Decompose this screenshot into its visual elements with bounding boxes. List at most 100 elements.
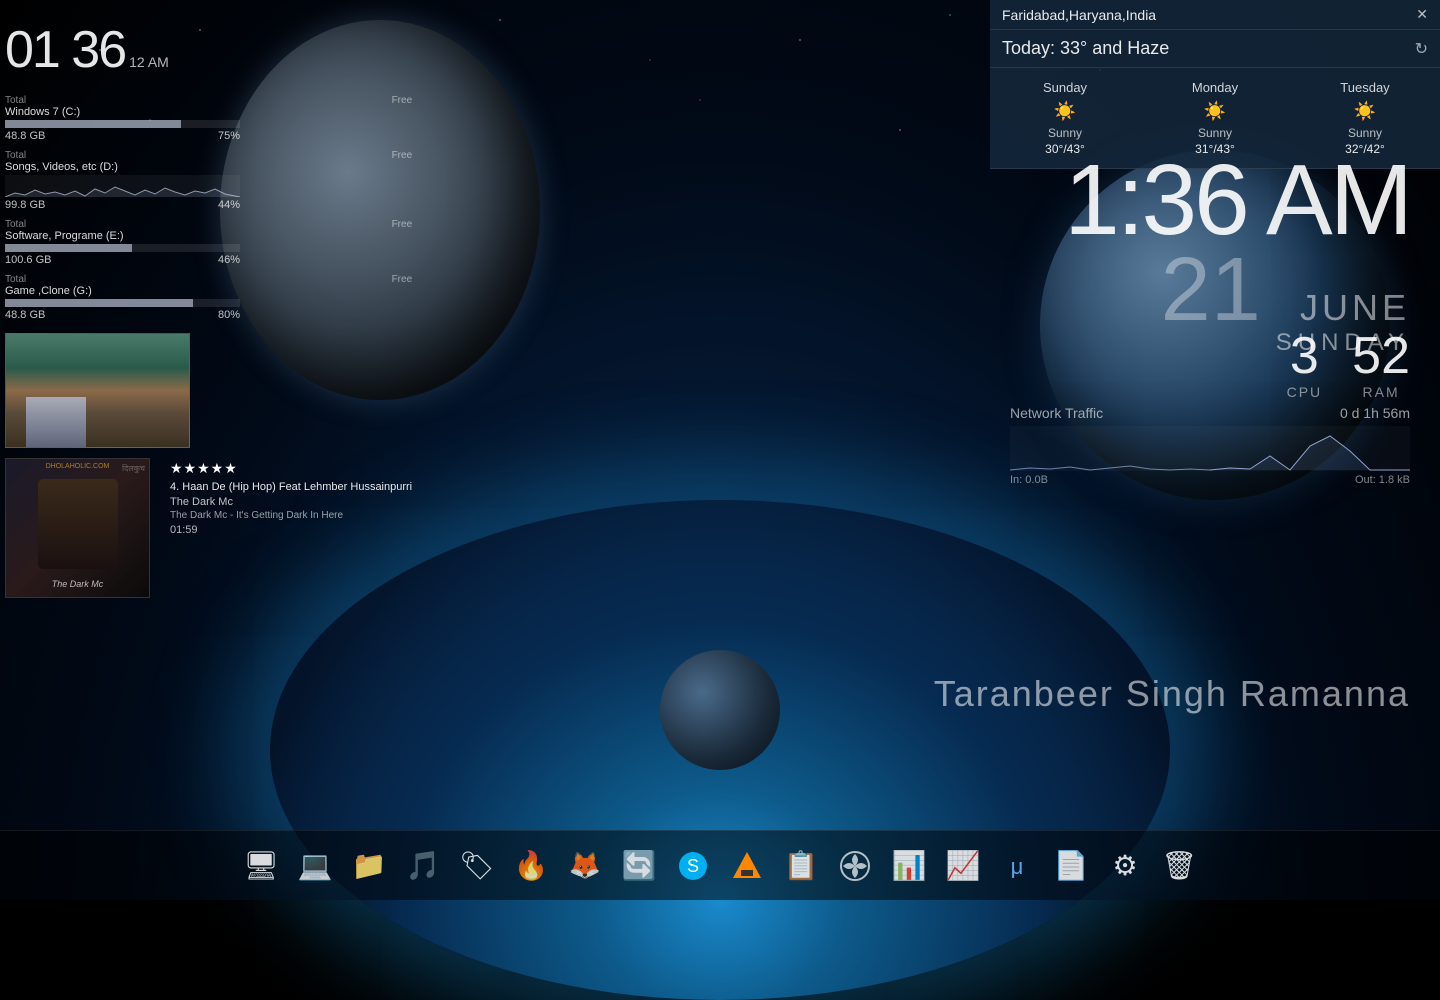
disk-g-free: 80% bbox=[218, 309, 240, 321]
disk-d-total-label: Total bbox=[5, 150, 26, 161]
music-icon[interactable]: 🎵 bbox=[399, 842, 447, 890]
table-icon[interactable]: 📋 bbox=[777, 842, 825, 890]
disk-e-label: Software, Programe (E:) bbox=[5, 230, 412, 242]
disk-c-fill bbox=[5, 120, 181, 128]
system-stats: 3 CPU 52 RAM bbox=[1287, 330, 1410, 400]
album-watermark: दिलकुच bbox=[122, 463, 145, 474]
disk-e-info: 100.6 GB 46% bbox=[5, 254, 240, 266]
pdf-icon[interactable]: 📄 bbox=[1047, 842, 1095, 890]
disk-c-total: 48.8 GB bbox=[5, 130, 45, 142]
track-name: Haan De (Hip Hop) Feat Lehmber Hussainpu… bbox=[182, 481, 412, 493]
network-section: Network Traffic 0 d 1h 56m In: 0.0B Out:… bbox=[1010, 405, 1410, 486]
track-album: The Dark Mc - It's Getting Dark In Here bbox=[170, 510, 412, 521]
disk-c-label: Windows 7 (C:) bbox=[5, 106, 412, 118]
disk-g-cols: Total Free bbox=[5, 274, 412, 285]
large-clock: 1:36 AM 21 JUNE SUNDAY bbox=[1064, 150, 1410, 357]
taskbar: 🖥 💻 📁 🎵 🏷 🔥 🦊 🔄 S 📋 📊 📈 μ 📄 ⚙ 🗑 bbox=[0, 830, 1440, 900]
disk-item-e: Total Free Software, Programe (E:) 100.6… bbox=[5, 219, 412, 266]
svg-text:S: S bbox=[687, 856, 699, 876]
small-clock: 01 36 12 AM bbox=[5, 20, 412, 80]
disk-e-bar bbox=[5, 244, 240, 252]
skype-icon[interactable]: S bbox=[669, 842, 717, 890]
disk-c-bar bbox=[5, 120, 240, 128]
weather-today-text: Today: 33° and Haze bbox=[1002, 38, 1169, 59]
ram-label: RAM bbox=[1352, 384, 1410, 400]
disk-g-total-label: Total bbox=[5, 274, 26, 285]
sync-icon[interactable]: 🔄 bbox=[615, 842, 663, 890]
gear-icon[interactable]: ⚙ bbox=[1101, 842, 1149, 890]
weather-refresh-icon[interactable]: ↻ bbox=[1415, 39, 1428, 59]
disk-item-d: Total Free Songs, Videos, etc (D:) 99.8 … bbox=[5, 150, 412, 211]
album-art-inner: दिलकुच DHOLAHOLIC.COM The Dark Mc bbox=[6, 459, 149, 597]
vlc-icon[interactable] bbox=[723, 842, 771, 890]
disk-c-free: 75% bbox=[218, 130, 240, 142]
album-face-decoration bbox=[38, 479, 118, 569]
firefox-icon[interactable]: 🦊 bbox=[561, 842, 609, 890]
disk-d-label: Songs, Videos, etc (D:) bbox=[5, 161, 412, 173]
disk-g-total: 48.8 GB bbox=[5, 309, 45, 321]
disk-g-info: 48.8 GB 80% bbox=[5, 309, 240, 321]
stat-ram: 52 RAM bbox=[1352, 330, 1410, 400]
forecast-tuesday-condition: Sunny bbox=[1298, 126, 1432, 140]
vlc-svg bbox=[731, 850, 763, 882]
track-number: 4. bbox=[170, 481, 179, 493]
line-chart-icon[interactable]: 📈 bbox=[939, 842, 987, 890]
track-artist: The Dark Mc bbox=[170, 496, 412, 508]
disk-d-graph bbox=[5, 175, 240, 197]
network-in: In: 0.0B bbox=[1010, 474, 1048, 486]
disk-c-info: 48.8 GB 75% bbox=[5, 130, 240, 142]
disk-d-info: 99.8 GB 44% bbox=[5, 199, 240, 211]
forecast-sunday-name: Sunday bbox=[998, 80, 1132, 95]
network-graph bbox=[1010, 426, 1410, 471]
forecast-tuesday-name: Tuesday bbox=[1298, 80, 1432, 95]
flame-icon[interactable]: 🔥 bbox=[507, 842, 555, 890]
disk-c-cols: Total Free bbox=[5, 95, 412, 106]
username: Taranbeer Singh Ramanna bbox=[934, 673, 1410, 715]
fan-svg bbox=[839, 850, 871, 882]
forecast-monday-condition: Sunny bbox=[1148, 126, 1282, 140]
disk-d-free-label: Free bbox=[392, 150, 413, 161]
left-panel: 01 36 12 AM Total Free Windows 7 (C:) 48… bbox=[5, 20, 412, 598]
folder-icon[interactable]: 📁 bbox=[345, 842, 393, 890]
track-info: ★★★★★ 4. Haan De (Hip Hop) Feat Lehmber … bbox=[170, 458, 412, 536]
disk-e-free: 46% bbox=[218, 254, 240, 266]
disk-e-total-label: Total bbox=[5, 219, 26, 230]
weather-location: Faridabad,Haryana,India bbox=[1002, 7, 1156, 23]
disk-e-fill bbox=[5, 244, 132, 252]
weather-today: Today: 33° and Haze ↻ bbox=[990, 30, 1440, 68]
disk-g-label: Game ,Clone (G:) bbox=[5, 285, 412, 297]
track-duration: 01:59 bbox=[170, 524, 412, 536]
album-art: दिलकुच DHOLAHOLIC.COM The Dark Mc bbox=[5, 458, 150, 598]
cpu-label: CPU bbox=[1287, 384, 1323, 400]
forecast-monday-icon: ☀️ bbox=[1148, 101, 1282, 122]
forecast-sunday-condition: Sunny bbox=[998, 126, 1132, 140]
tag-icon[interactable]: 🏷 bbox=[453, 842, 501, 890]
monitor-icon[interactable]: 🖥 bbox=[237, 842, 285, 890]
network-label: Network Traffic bbox=[1010, 405, 1103, 421]
large-month: JUNE bbox=[1276, 287, 1410, 329]
album-title-text: The Dark Mc bbox=[6, 579, 149, 589]
trash-icon[interactable]: 🗑 bbox=[1155, 842, 1203, 890]
waterfall-decoration bbox=[26, 397, 86, 447]
weather-close-button[interactable]: ✕ bbox=[1416, 6, 1428, 23]
wallpaper-preview[interactable] bbox=[5, 333, 190, 448]
track-title: 4. Haan De (Hip Hop) Feat Lehmber Hussai… bbox=[170, 481, 412, 493]
svg-text:μ: μ bbox=[1011, 854, 1024, 879]
large-time: 1:36 AM bbox=[1064, 150, 1410, 250]
stats-row: 3 CPU 52 RAM bbox=[1287, 330, 1410, 400]
torrent-icon[interactable]: μ bbox=[993, 842, 1041, 890]
disk-e-cols: Total Free bbox=[5, 219, 412, 230]
large-day-num: 21 bbox=[1161, 245, 1261, 335]
computer-icon[interactable]: 💻 bbox=[291, 842, 339, 890]
disk-item-c: Total Free Windows 7 (C:) 48.8 GB 75% bbox=[5, 95, 412, 142]
disk-c-total-label: Total bbox=[5, 95, 26, 106]
network-out: Out: 1.8 kB bbox=[1355, 474, 1410, 486]
disk-d-free: 44% bbox=[218, 199, 240, 211]
fan-icon[interactable] bbox=[831, 842, 879, 890]
bar-chart-icon[interactable]: 📊 bbox=[885, 842, 933, 890]
ram-value: 52 bbox=[1352, 330, 1410, 382]
wallpaper-preview-inner bbox=[6, 334, 189, 447]
cpu-value: 3 bbox=[1287, 330, 1323, 382]
disk-g-free-label: Free bbox=[392, 274, 413, 285]
disk-g-bar bbox=[5, 299, 240, 307]
